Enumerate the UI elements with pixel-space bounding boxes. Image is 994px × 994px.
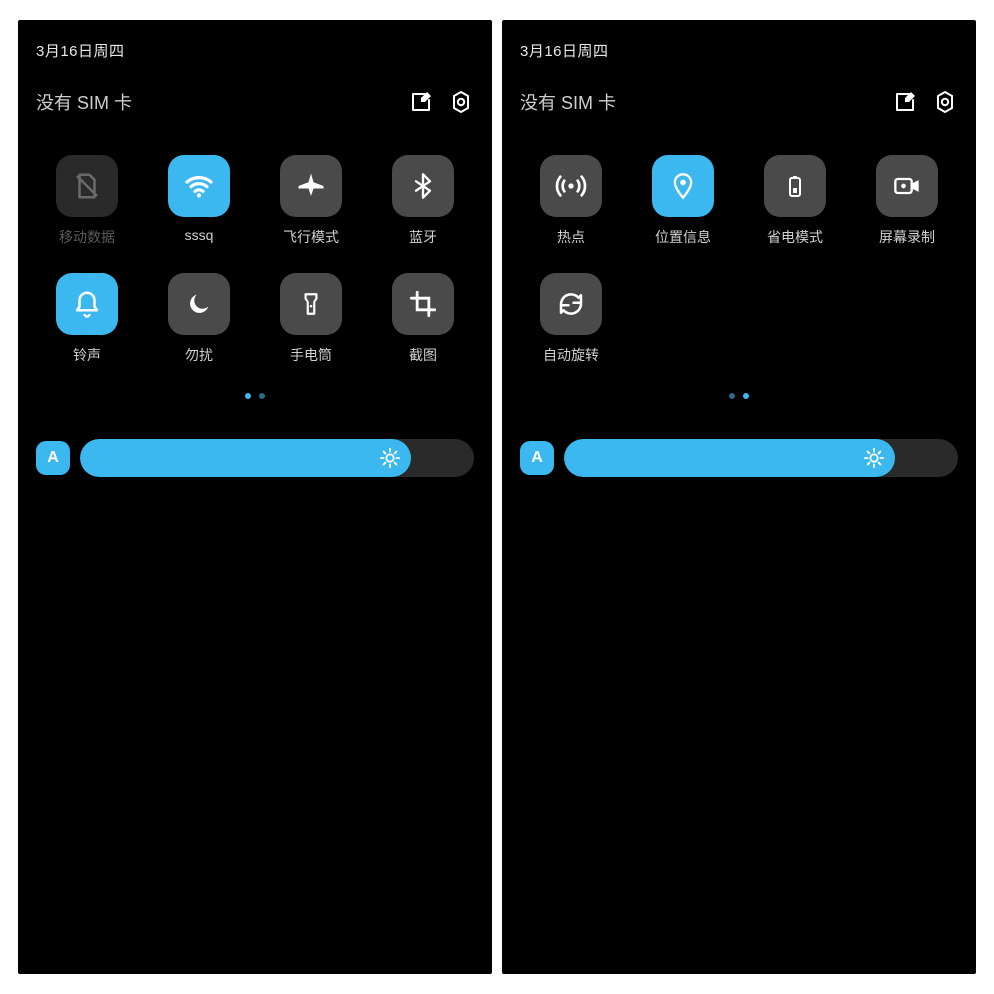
settings-button[interactable]	[448, 89, 474, 115]
brightness-slider[interactable]	[80, 439, 474, 477]
tile-wifi-button[interactable]	[168, 155, 230, 217]
tile-sound: 铃声	[36, 273, 138, 365]
page-dot[interactable]	[259, 393, 265, 399]
page-dot[interactable]	[729, 393, 735, 399]
tile-bluetooth-button[interactable]	[392, 155, 454, 217]
brightness-control: A	[36, 439, 474, 477]
brightness-fill	[564, 439, 895, 477]
airplane-icon	[296, 171, 326, 201]
tile-label: 截图	[409, 345, 437, 365]
status-date: 3月16日周四	[520, 40, 958, 61]
tile-label: 自动旋转	[543, 345, 599, 365]
gear-icon	[449, 90, 473, 114]
sim-off-icon	[72, 171, 102, 201]
brightness-fill	[80, 439, 411, 477]
tile-airplane-button[interactable]	[280, 155, 342, 217]
tile-sound-button[interactable]	[56, 273, 118, 335]
tile-wifi: sssq	[148, 155, 250, 247]
brightness-icon	[863, 447, 885, 469]
sim-status-label: 没有 SIM 卡	[36, 89, 408, 115]
gear-icon	[933, 90, 957, 114]
tile-dnd: 勿扰	[148, 273, 250, 365]
tile-hotspot-button[interactable]	[540, 155, 602, 217]
bell-icon	[72, 289, 102, 319]
tile-airplane: 飞行模式	[260, 155, 362, 247]
tile-screenshot: 截图	[372, 273, 474, 365]
edit-icon	[409, 90, 433, 114]
tile-label: 飞行模式	[283, 227, 339, 247]
tile-power-save: 省电模式	[744, 155, 846, 247]
tile-label: 省电模式	[767, 227, 823, 247]
edit-tiles-button[interactable]	[408, 89, 434, 115]
rotate-icon	[556, 289, 586, 319]
tile-screenshot-button[interactable]	[392, 273, 454, 335]
auto-brightness-toggle[interactable]: A	[520, 441, 554, 475]
status-date: 3月16日周四	[36, 40, 474, 61]
tiles-grid: 移动数据 sssq 飞行模式	[36, 155, 474, 365]
tile-location-button[interactable]	[652, 155, 714, 217]
auto-brightness-toggle[interactable]: A	[36, 441, 70, 475]
tile-flashlight: 手电筒	[260, 273, 362, 365]
page-dot[interactable]	[245, 393, 251, 399]
tile-label: 移动数据	[59, 227, 115, 247]
tile-mobile-data-button[interactable]	[56, 155, 118, 217]
flashlight-icon	[298, 289, 324, 319]
tile-label: 手电筒	[290, 345, 332, 365]
settings-button[interactable]	[932, 89, 958, 115]
sim-status-label: 没有 SIM 卡	[520, 89, 892, 115]
tile-screen-record-button[interactable]	[876, 155, 938, 217]
tile-label: 热点	[557, 227, 585, 247]
tile-label: 蓝牙	[409, 227, 437, 247]
page-dot[interactable]	[743, 393, 749, 399]
hotspot-icon	[555, 170, 587, 202]
tile-label: sssq	[185, 227, 214, 243]
tile-flashlight-button[interactable]	[280, 273, 342, 335]
brightness-control: A	[520, 439, 958, 477]
page-indicator	[36, 393, 474, 399]
tiles-grid: 热点 位置信息 省电模式	[520, 155, 958, 365]
tile-bluetooth: 蓝牙	[372, 155, 474, 247]
tile-auto-rotate: 自动旋转	[520, 273, 622, 365]
tile-power-save-button[interactable]	[764, 155, 826, 217]
moon-icon	[185, 290, 213, 318]
brightness-slider[interactable]	[564, 439, 958, 477]
edit-icon	[893, 90, 917, 114]
page-indicator	[520, 393, 958, 399]
tile-label: 屏幕录制	[879, 227, 935, 247]
crop-icon	[409, 290, 437, 318]
tile-hotspot: 热点	[520, 155, 622, 247]
panel-header: 没有 SIM 卡	[36, 89, 474, 115]
bluetooth-icon	[409, 172, 437, 200]
battery-icon	[783, 171, 807, 201]
tile-mobile-data: 移动数据	[36, 155, 138, 247]
edit-tiles-button[interactable]	[892, 89, 918, 115]
quick-settings-panel-1: 3月16日周四 没有 SIM 卡	[18, 20, 492, 974]
wifi-icon	[183, 170, 215, 202]
brightness-icon	[379, 447, 401, 469]
quick-settings-panel-2: 3月16日周四 没有 SIM 卡	[502, 20, 976, 974]
tile-auto-rotate-button[interactable]	[540, 273, 602, 335]
tile-label: 勿扰	[185, 345, 213, 365]
tile-label: 位置信息	[655, 227, 711, 247]
location-icon	[669, 170, 697, 202]
tile-dnd-button[interactable]	[168, 273, 230, 335]
tile-label: 铃声	[73, 345, 101, 365]
record-icon	[891, 172, 923, 200]
tile-screen-record: 屏幕录制	[856, 155, 958, 247]
panel-header: 没有 SIM 卡	[520, 89, 958, 115]
tile-location: 位置信息	[632, 155, 734, 247]
